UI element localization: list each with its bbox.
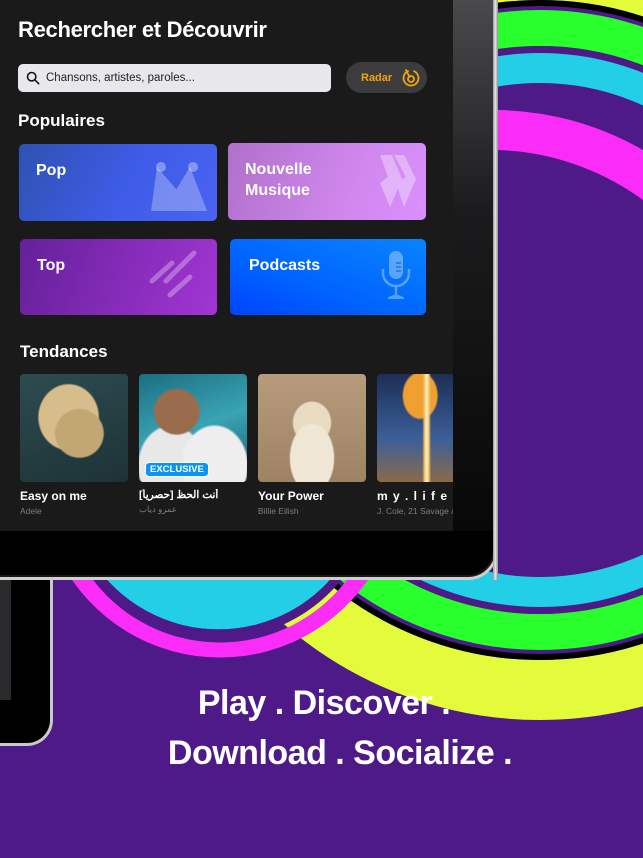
track-artist: عمرو دياب (139, 504, 177, 514)
streaks-icon (149, 250, 197, 298)
tagline-line2: Download . Socialize . (167, 734, 513, 772)
album-art (258, 374, 366, 482)
search-bar[interactable] (18, 64, 331, 92)
track-title: Easy on me (20, 489, 87, 503)
category-card-pop[interactable]: Pop (19, 144, 217, 221)
category-label: Pop (36, 162, 67, 179)
category-label: Top (37, 257, 66, 274)
microphone-icon (381, 251, 411, 299)
page-title: Rechercher et Découvrir (18, 17, 267, 42)
category-label: Nouvelle Musique (245, 159, 312, 201)
track-artist: Billie Eilish (258, 506, 299, 516)
tagline-line1: Play . Discover . (197, 684, 451, 722)
search-icon (26, 71, 40, 85)
album-art (20, 374, 128, 482)
tablet-bezel (453, 0, 493, 531)
category-label-line1: Nouvelle (245, 161, 312, 178)
trending-item[interactable]: EXCLUSIVE أنت الحظ [حصرياً] عمرو دياب (139, 374, 247, 515)
exclusive-badge: EXCLUSIVE (145, 462, 209, 477)
secondary-tablet-screen (0, 560, 11, 700)
search-input[interactable] (46, 72, 316, 84)
spotlight-icon (151, 162, 207, 211)
album-art (377, 374, 453, 482)
app-screen: Rechercher et Découvrir Radar Populaires… (0, 0, 453, 531)
category-card-podcasts[interactable]: Podcasts (230, 239, 426, 315)
tablet-edge (493, 0, 498, 580)
popular-section-title: Populaires (18, 111, 105, 130)
track-title: أنت الحظ [حصرياً] (139, 489, 219, 501)
radar-button[interactable]: Radar (346, 62, 427, 93)
trending-item[interactable]: Easy on me Adele (20, 374, 128, 516)
category-card-top[interactable]: Top (20, 239, 217, 315)
double-chevron-icon (380, 155, 416, 207)
trending-section-title: Tendances (20, 342, 108, 361)
category-card-new-music[interactable]: Nouvelle Musique (228, 143, 426, 220)
track-title: Your Power (258, 489, 324, 503)
track-artist: J. Cole, 21 Savage & (377, 506, 453, 516)
category-label: Podcasts (249, 257, 321, 274)
trending-item[interactable]: Your Power Billie Eilish (258, 374, 366, 516)
radar-label: Radar (361, 71, 393, 84)
radar-icon (402, 69, 420, 87)
track-title: m y . l i f e (377, 489, 449, 503)
album-art: EXCLUSIVE (139, 374, 247, 482)
category-label-line2: Musique (245, 182, 310, 199)
trending-item[interactable]: m y . l i f e J. Cole, 21 Savage & (377, 374, 453, 516)
track-artist: Adele (20, 506, 42, 516)
